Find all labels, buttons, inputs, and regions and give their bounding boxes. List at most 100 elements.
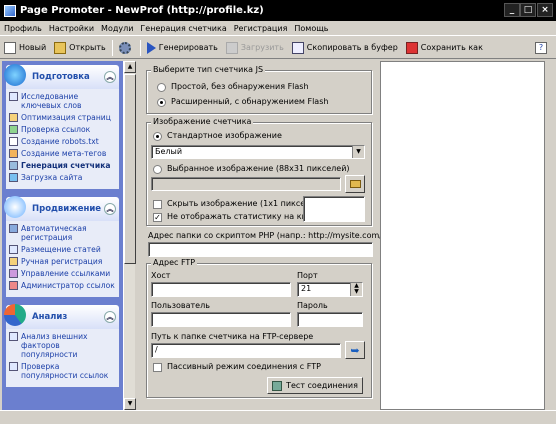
tags-icon — [9, 149, 18, 158]
image-preview — [303, 196, 365, 222]
collapse-icon[interactable]: ︽ — [104, 203, 116, 215]
preparation-icon — [4, 64, 26, 86]
radio-simple[interactable] — [157, 83, 166, 92]
ftp-port-spinner[interactable]: 21 ▲ ▼ — [297, 282, 363, 297]
folder-icon — [349, 180, 361, 188]
load-button[interactable]: Загрузить — [222, 39, 288, 57]
scroll-thumb[interactable] — [124, 74, 136, 264]
radio-standard-image[interactable] — [153, 132, 162, 141]
sidebar-item-keywords[interactable]: Исследование ключевых слов — [8, 92, 117, 110]
help-button[interactable]: ? — [531, 39, 554, 57]
collapse-icon[interactable]: ︽ — [104, 311, 116, 323]
radio-extended[interactable] — [157, 98, 166, 107]
chart-icon — [9, 362, 18, 371]
menu-modules[interactable]: Модули — [97, 24, 136, 33]
promotion-icon — [4, 196, 26, 218]
help-icon: ? — [535, 41, 547, 54]
save-icon — [405, 41, 418, 54]
copy-button[interactable]: Скопировать в буфер — [288, 39, 402, 57]
new-button[interactable]: Новый — [0, 39, 50, 57]
sidebar-item-articles[interactable]: Размещение статей — [8, 245, 117, 254]
sidebar-item-links-check[interactable]: Проверка ссылок — [8, 125, 117, 134]
minimize-button[interactable]: _ — [504, 3, 520, 17]
section-body-analysis: Анализ внешних факторов популярности Про… — [6, 329, 119, 387]
section-header-preparation[interactable]: Подготовка ︽ — [4, 64, 119, 89]
toolbar-separator — [111, 39, 113, 56]
play-icon — [146, 41, 156, 54]
ftp-path-input[interactable]: / — [151, 343, 341, 358]
sidebar-item-link-manage[interactable]: Управление ссылками — [8, 269, 117, 278]
menu-profile[interactable]: Профиль — [0, 24, 45, 33]
window-title: Page Promoter - NewProf (http://profile.… — [20, 5, 264, 16]
radio-custom-image[interactable] — [153, 165, 162, 174]
chart-icon — [9, 332, 18, 341]
new-file-icon — [4, 41, 16, 54]
gear-icon — [118, 41, 131, 54]
save-as-button[interactable]: Сохранить как — [402, 39, 487, 57]
sidebar-item-link-popularity[interactable]: Проверка популярности ссылок — [8, 362, 117, 380]
standard-image-select[interactable]: Белый ▼ — [151, 145, 365, 159]
window-edge — [545, 61, 556, 410]
sidebar-item-meta[interactable]: Создание мета-тегов — [8, 149, 117, 158]
toolbar-separator — [139, 39, 141, 56]
collapse-icon[interactable]: ︽ — [104, 71, 116, 83]
article-icon — [9, 245, 18, 254]
ftp-user-input[interactable] — [151, 312, 291, 327]
sidebar-item-external-factors[interactable]: Анализ внешних факторов популярности — [8, 332, 117, 359]
php-url-input[interactable] — [148, 242, 373, 257]
title-bar: Page Promoter - NewProf (http://profile.… — [0, 0, 556, 21]
toolbar: Новый Открыть Генерировать Загрузить Ско… — [0, 37, 556, 59]
chevron-down-icon[interactable]: ▼ — [352, 146, 364, 158]
ftp-host-input[interactable] — [151, 282, 291, 297]
sidebar-scrollbar[interactable]: ▲ ▼ — [123, 61, 136, 410]
scroll-down-icon[interactable]: ▼ — [124, 398, 136, 410]
section-header-analysis[interactable]: Анализ ︽ — [4, 304, 119, 329]
custom-image-path[interactable] — [151, 177, 341, 191]
upload-icon — [225, 41, 238, 54]
menu-help[interactable]: Помощь — [290, 24, 331, 33]
folder-icon — [54, 41, 67, 54]
ftp-group: Адрес FTP Хост Порт 21 ▲ ▼ Пользователь П… — [146, 258, 372, 398]
scroll-up-icon[interactable]: ▲ — [124, 61, 136, 73]
upload-icon — [9, 173, 18, 182]
maximize-button[interactable]: □ — [520, 3, 536, 17]
chart-icon — [9, 92, 18, 101]
globe-icon — [9, 224, 18, 233]
sidebar-item-robots[interactable]: Создание robots.txt — [8, 137, 117, 146]
settings-button[interactable] — [115, 39, 138, 57]
sidebar-item-counter[interactable]: Генерация счетчика — [8, 161, 117, 170]
menu-settings[interactable]: Настройки — [45, 24, 97, 33]
sidebar-item-auto-reg[interactable]: Автоматическая регистрация — [8, 224, 117, 242]
counter-icon — [9, 161, 18, 170]
analysis-icon — [4, 304, 26, 326]
close-button[interactable]: × — [537, 3, 553, 17]
section-header-promotion[interactable]: Продвижение ︽ — [4, 196, 119, 221]
pencil-icon — [9, 113, 18, 122]
hide-image-checkbox[interactable] — [153, 200, 162, 209]
menu-registration[interactable]: Регистрация — [230, 24, 291, 33]
sidebar-item-upload[interactable]: Загрузка сайта — [8, 173, 117, 182]
section-body-promotion: Автоматическая регистрация Размещение ст… — [6, 221, 119, 297]
pencil-icon — [9, 257, 18, 266]
no-stats-checkbox[interactable]: ✓ — [153, 213, 162, 222]
task-sidebar: Подготовка ︽ Исследование ключевых слов … — [2, 61, 123, 410]
sidebar-item-optimization[interactable]: Оптимизация страниц — [8, 113, 117, 122]
links-icon — [9, 269, 18, 278]
counter-settings-panel: Выберите тип счетчика JS Простой, без об… — [136, 61, 419, 410]
js-type-group: Выберите тип счетчика JS Простой, без об… — [146, 65, 372, 114]
ftp-browse-button[interactable]: ➥ — [345, 341, 365, 359]
menu-bar: Профиль Настройки Модули Генерация счетч… — [0, 22, 556, 36]
sidebar-item-manual-reg[interactable]: Ручная регистрация — [8, 257, 117, 266]
generate-button[interactable]: Генерировать — [143, 39, 222, 57]
menu-counter[interactable]: Генерация счетчика — [136, 24, 229, 33]
connection-icon — [272, 380, 283, 391]
passive-mode-checkbox[interactable] — [153, 363, 162, 372]
code-preview-pane[interactable] — [380, 61, 545, 410]
open-button[interactable]: Открыть — [50, 39, 110, 57]
ftp-password-input[interactable] — [297, 312, 363, 327]
test-connection-button[interactable]: Тест соединения — [267, 377, 363, 394]
browse-button[interactable] — [345, 175, 365, 193]
spin-icon[interactable]: ▲ ▼ — [350, 283, 362, 296]
sidebar-item-link-admin[interactable]: Администратор ссылок — [8, 281, 117, 290]
section-body-preparation: Исследование ключевых слов Оптимизация с… — [6, 89, 119, 189]
